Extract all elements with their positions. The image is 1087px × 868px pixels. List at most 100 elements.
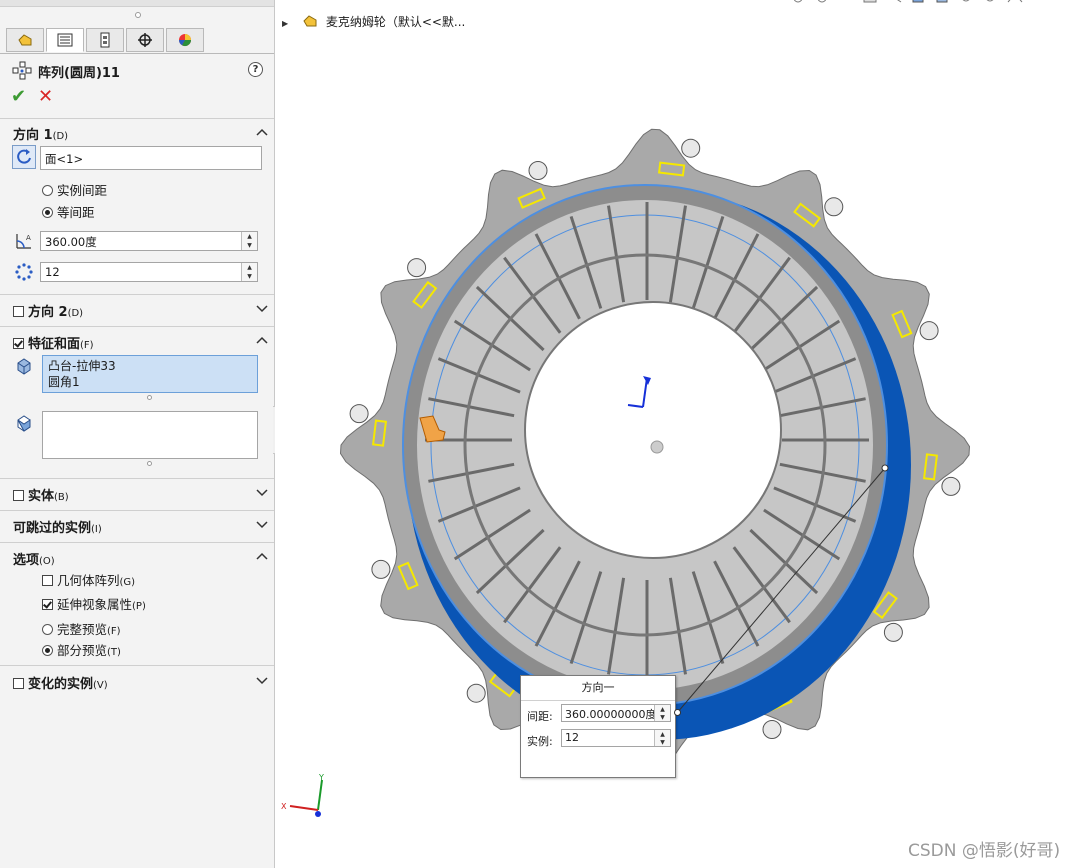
geometry-pattern-option[interactable]: 几何体阵列(G) [42, 570, 135, 589]
model-view[interactable] [275, 60, 1087, 800]
faces-to-pattern-list[interactable] [42, 411, 258, 459]
apply-scene-icon[interactable] [982, 0, 1000, 6]
callout-instances-spinner[interactable]: ▲ ▼ [654, 730, 670, 746]
features-faces-checkbox[interactable] [13, 338, 24, 349]
direction2-title: 方向 2 [28, 305, 68, 320]
chevron-down-icon[interactable] [256, 518, 268, 530]
features-faces-header[interactable]: 特征和面(F) [13, 333, 94, 352]
section-divider [0, 294, 274, 295]
list-resize-grip[interactable] [147, 461, 152, 466]
splitter-grip[interactable] [135, 12, 141, 18]
instance-count-input[interactable]: 12 ▲ ▼ [40, 262, 258, 282]
callout-instances-input[interactable]: 12 ▲ ▼ [561, 729, 671, 747]
tab-configuration-manager[interactable] [86, 28, 124, 52]
x-axis-arrow [289, 805, 319, 811]
hide-show-items-icon[interactable] [934, 0, 952, 6]
origin-point [650, 440, 664, 454]
bodies-header[interactable]: 实体(B) [13, 485, 69, 504]
expand-arrow-icon[interactable]: ▶ [282, 19, 288, 28]
propagate-visual-option[interactable]: 延伸视象属性(P) [42, 594, 146, 613]
watermark: CSDN @悟影(好哥) [908, 841, 1061, 861]
instance-spacing-radio[interactable] [42, 185, 53, 196]
chevron-up-icon[interactable] [256, 550, 268, 562]
instance-spacing-option[interactable]: 实例间距 [42, 180, 107, 199]
propagate-visual-checkbox[interactable] [42, 599, 53, 610]
angle-value: 360.00度 [45, 235, 97, 249]
instance-spacing-label: 实例间距 [57, 183, 108, 198]
help-button[interactable]: ? [248, 62, 263, 77]
chevron-down-icon[interactable] [256, 486, 268, 498]
tab-dimxpert[interactable] [126, 28, 164, 52]
zoom-to-area-icon[interactable] [814, 0, 832, 6]
chevron-up-icon[interactable] [256, 334, 268, 346]
z-axis-dot [315, 811, 321, 817]
features-faces-shortcut: (F) [80, 340, 94, 351]
section-divider [0, 510, 274, 511]
view-orientation-icon[interactable] [886, 0, 904, 6]
chevron-up-icon[interactable] [256, 126, 268, 138]
ok-button[interactable]: ✔ [11, 86, 26, 107]
direction2-checkbox[interactable] [13, 306, 24, 317]
equal-spacing-option[interactable]: 等间距 [42, 202, 95, 221]
varying-instances-header[interactable]: 变化的实例(V) [13, 673, 108, 692]
tab-display-manager[interactable] [166, 28, 204, 52]
callout-title: 方向一 [521, 676, 675, 701]
bodies-title: 实体 [28, 489, 55, 504]
geometry-pattern-checkbox[interactable] [42, 575, 53, 586]
skip-instances-header[interactable]: 可跳过的实例(I) [13, 517, 102, 536]
list-resize-grip[interactable] [147, 395, 152, 400]
cancel-button[interactable]: ✕ [38, 86, 53, 107]
list-item[interactable]: 凸台-拉伸33 [48, 358, 252, 374]
coordinate-triad: Y X [281, 773, 324, 817]
chevron-down-icon[interactable] [256, 302, 268, 314]
callout-spacing-spinner[interactable]: ▲ ▼ [654, 705, 670, 721]
direction1-title: 方向 1 [13, 128, 53, 143]
edit-appearance-icon[interactable] [958, 0, 976, 6]
equal-spacing-radio[interactable] [42, 207, 53, 218]
chevron-down-icon[interactable] [256, 674, 268, 686]
tab-feature-manager[interactable] [6, 28, 44, 52]
view-settings-icon[interactable] [1006, 0, 1024, 6]
section-view-icon[interactable] [862, 0, 880, 6]
direction1-shortcut: (D) [52, 131, 69, 142]
full-preview-shortcut: (F) [107, 626, 121, 637]
leader-anchor [881, 464, 889, 472]
skip-instances-shortcut: (I) [91, 524, 102, 535]
geometry-pattern-label: 几何体阵列 [57, 573, 120, 588]
partial-preview-option[interactable]: 部分预览(T) [42, 640, 121, 659]
features-faces-title: 特征和面 [28, 337, 81, 352]
options-header[interactable]: 选项(O) [13, 549, 55, 568]
instance-count-spinner[interactable]: ▲ ▼ [241, 263, 257, 281]
direction2-header[interactable]: 方向 2(D) [13, 301, 83, 320]
display-style-icon[interactable] [910, 0, 928, 6]
list-item[interactable]: 圆角1 [48, 374, 252, 390]
features-to-pattern-list[interactable]: 凸台-拉伸33 圆角1 [42, 355, 258, 393]
rotate-arrow-icon [17, 149, 31, 164]
tab-property-manager[interactable] [46, 28, 84, 52]
pattern-axis-field[interactable]: 面<1> [40, 146, 262, 170]
callout-drag-handle[interactable] [674, 709, 681, 716]
zoom-to-fit-icon[interactable] [790, 0, 808, 6]
reverse-direction-button[interactable] [12, 145, 36, 169]
feature-tree-flyout[interactable]: ▶ 麦克纳姆轮（默认<<默... [282, 13, 465, 30]
angle-input[interactable]: 360.00度 ▲ ▼ [40, 231, 258, 251]
full-preview-option[interactable]: 完整预览(F) [42, 619, 121, 638]
svg-text:A: A [26, 234, 31, 242]
options-shortcut: (O) [39, 556, 55, 567]
propagate-visual-label: 延伸视象属性 [57, 597, 133, 612]
callout-spacing-label: 间距: [527, 710, 553, 723]
lobe-hole [681, 138, 701, 158]
geometry-pattern-shortcut: (G) [119, 577, 136, 588]
lobe-hole [371, 559, 391, 579]
direction1-header[interactable]: 方向 1(D) [13, 124, 68, 143]
section-divider [0, 478, 274, 479]
callout-spacing-input[interactable]: 360.00000000度 ▲ ▼ [561, 704, 671, 722]
partial-preview-radio[interactable] [42, 645, 53, 656]
bodies-checkbox[interactable] [13, 490, 24, 501]
previous-view-icon[interactable] [838, 0, 856, 6]
direction1-callout[interactable]: 方向一 间距: 360.00000000度 ▲ ▼ 实例: 12 ▲ ▼ [520, 675, 676, 778]
full-preview-radio[interactable] [42, 624, 53, 635]
crosshair-icon [138, 33, 152, 47]
varying-instances-checkbox[interactable] [13, 678, 24, 689]
angle-spinner[interactable]: ▲ ▼ [241, 232, 257, 250]
